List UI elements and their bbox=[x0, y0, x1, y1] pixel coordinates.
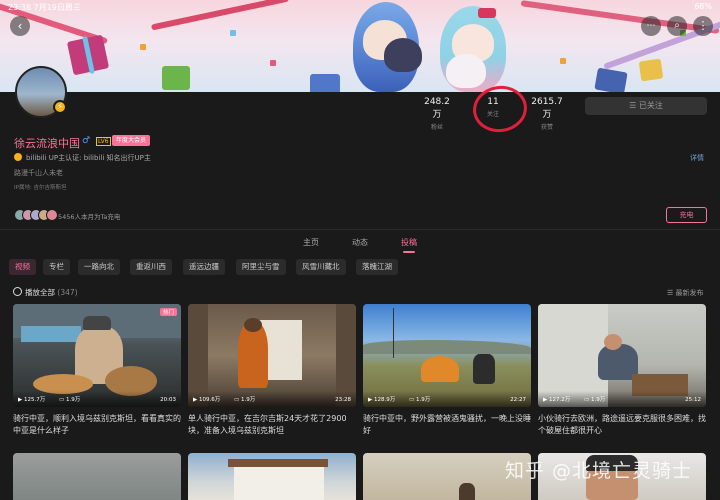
video-meta: ▶ 125.7万 ▭ 1.9万 20:03 bbox=[13, 391, 181, 407]
play-icon bbox=[13, 287, 22, 296]
hot-tag: 热门 bbox=[159, 308, 177, 316]
followed-icon: ☰ bbox=[629, 101, 637, 110]
stat-likes-value: 2615.7万 bbox=[531, 97, 563, 120]
sort-label: 最新发布 bbox=[675, 289, 704, 297]
video-title[interactable]: 小伙骑行去欧洲，路途遥远要克服很多困难，找个破屋住都很开心 bbox=[538, 413, 706, 437]
video-duration: 23:28 bbox=[335, 397, 351, 403]
video-card[interactable]: ▶ 127.2万 ▭ 1.9万 25:12 小伙骑行去欧洲，路途遥远要克服很多困… bbox=[538, 304, 706, 437]
chip-series[interactable]: 阿里尘与雪 bbox=[236, 259, 286, 275]
sort-icon: ☰ bbox=[667, 289, 674, 297]
stat-likes[interactable]: 2615.7万 获赞 bbox=[527, 97, 567, 131]
video-duration: 25:12 bbox=[685, 397, 701, 403]
video-duration: 20:03 bbox=[160, 397, 176, 403]
video-duration: 22:27 bbox=[510, 397, 526, 403]
charge-text: 5456人本月为Ta充电 bbox=[58, 213, 121, 221]
video-card[interactable]: 热门 ▶ 125.7万 ▭ 1.9万 20:03 骑行中亚，顺利入境乌兹别克斯坦… bbox=[13, 304, 181, 437]
status-bar: 23:38 7月19日周三 68% bbox=[0, 0, 720, 14]
video-title[interactable]: 骑行中亚，顺利入境乌兹别克斯坦，看看真实的中亚是什么样子 bbox=[13, 413, 181, 437]
video-thumbnail[interactable] bbox=[13, 453, 181, 500]
danmaku-count: ▭ 1.9万 bbox=[409, 397, 431, 403]
tab-dynamic[interactable]: 动态 bbox=[352, 237, 368, 248]
danmaku-count-value: 1.9万 bbox=[65, 397, 81, 403]
video-thumbnail[interactable]: ▶ 128.9万 ▭ 1.9万 22:27 bbox=[363, 304, 531, 407]
menu-icon[interactable]: ⋮ bbox=[693, 16, 713, 36]
sort-dropdown[interactable]: ☰ 最新发布 bbox=[667, 288, 704, 298]
play-all-button[interactable]: 播放全部 (347) bbox=[13, 287, 78, 298]
chip-series[interactable]: 一路向北 bbox=[78, 259, 120, 275]
verification-info: bilibili UP主认证: bilibili 知名出行UP主 bbox=[14, 153, 151, 163]
video-title[interactable]: 骑行中亚中，野外露营被酒鬼骚扰，一晚上没睡好 bbox=[363, 413, 531, 437]
chip-videos[interactable]: 视频 bbox=[9, 259, 36, 275]
danmaku-count: ▭ 1.9万 bbox=[234, 397, 256, 403]
battery-level: 68% bbox=[694, 2, 712, 11]
stat-fans-value: 248.2万 bbox=[424, 97, 450, 120]
play-all-label: 播放全部 bbox=[25, 288, 55, 297]
video-meta: ▶ 127.2万 ▭ 1.9万 25:12 bbox=[538, 391, 706, 407]
signature: 路漫千山人未老 bbox=[14, 169, 63, 177]
play-count: ▶ 109.6万 bbox=[193, 397, 221, 403]
play-count: ▶ 128.9万 bbox=[368, 397, 396, 403]
supporter-avatar bbox=[46, 209, 58, 221]
username: 徐云流浪中国 bbox=[14, 137, 80, 150]
verification-text: bilibili UP主认证: bilibili 知名出行UP主 bbox=[26, 154, 151, 162]
video-thumbnail[interactable]: 热门 ▶ 125.7万 ▭ 1.9万 20:03 bbox=[13, 304, 181, 407]
play-count-value: 125.7万 bbox=[23, 397, 46, 403]
tab-home[interactable]: 主页 bbox=[303, 237, 319, 248]
play-count-value: 128.9万 bbox=[373, 397, 396, 403]
play-all-count: (347) bbox=[57, 288, 78, 297]
danmaku-count-value: 1.9万 bbox=[415, 397, 431, 403]
follow-button[interactable]: ☰ 已关注 bbox=[585, 97, 707, 115]
more-icon[interactable]: ⋯ bbox=[641, 16, 661, 36]
follow-button-label: 已关注 bbox=[638, 101, 663, 110]
divider bbox=[0, 229, 720, 230]
back-icon[interactable]: ‹ bbox=[10, 16, 30, 36]
video-card[interactable]: ▶ 128.9万 ▭ 1.9万 22:27 骑行中亚中，野外露营被酒鬼骚扰，一晚… bbox=[363, 304, 531, 437]
vip-badge[interactable]: 年度大会员 bbox=[112, 135, 151, 146]
stat-likes-label: 获赞 bbox=[540, 124, 553, 131]
male-icon: ♂ bbox=[82, 136, 91, 146]
video-meta: ▶ 109.6万 ▭ 1.9万 23:28 bbox=[188, 391, 356, 407]
chip-series[interactable]: 遥远边疆 bbox=[183, 259, 225, 275]
ip-location: IP属地: 吉尔吉斯斯坦 bbox=[14, 185, 67, 191]
avatar[interactable]: ⚡ bbox=[15, 66, 67, 118]
video-thumbnail[interactable]: ▶ 127.2万 ▭ 1.9万 25:12 bbox=[538, 304, 706, 407]
stat-fans-label: 粉丝 bbox=[430, 124, 443, 131]
chip-articles[interactable]: 专栏 bbox=[43, 259, 70, 275]
watermark: 知乎 @北境亡灵骑士 bbox=[505, 460, 693, 482]
status-time: 23:38 7月19日周三 bbox=[8, 3, 81, 12]
chip-series[interactable]: 落魄江湖 bbox=[356, 259, 398, 275]
verified-badge-icon: ⚡ bbox=[53, 100, 67, 114]
level-badge: LV6 bbox=[96, 137, 111, 146]
video-card[interactable]: ▶ 109.6万 ▭ 1.9万 23:28 单人骑行中亚，在吉尔吉斯24天才花了… bbox=[188, 304, 356, 437]
danmaku-count: ▭ 1.9万 bbox=[584, 397, 606, 403]
search-icon[interactable]: ⌕ bbox=[667, 16, 687, 36]
verify-icon bbox=[14, 153, 22, 161]
chip-series[interactable]: 风雪川藏北 bbox=[296, 259, 346, 275]
charge-button[interactable]: 充电 bbox=[666, 207, 707, 223]
play-count: ▶ 127.2万 bbox=[543, 397, 571, 403]
video-thumbnail[interactable]: ▶ 109.6万 ▭ 1.9万 23:28 bbox=[188, 304, 356, 407]
video-thumbnail[interactable] bbox=[188, 453, 356, 500]
play-count-value: 109.6万 bbox=[198, 397, 221, 403]
tab-uploads[interactable]: 投稿 bbox=[401, 237, 417, 253]
danmaku-count-value: 1.9万 bbox=[590, 397, 606, 403]
detail-link[interactable]: 详情 bbox=[690, 153, 704, 163]
play-count-value: 127.2万 bbox=[548, 397, 571, 403]
danmaku-count: ▭ 1.9万 bbox=[59, 397, 81, 403]
video-title[interactable]: 单人骑行中亚，在吉尔吉斯24天才花了2900块，准备入境乌兹别克斯坦 bbox=[188, 413, 356, 437]
chip-series[interactable]: 重返川西 bbox=[130, 259, 172, 275]
danmaku-count-value: 1.9万 bbox=[240, 397, 256, 403]
play-count: ▶ 125.7万 bbox=[18, 397, 46, 403]
stat-fans[interactable]: 248.2万 粉丝 bbox=[420, 97, 454, 131]
video-meta: ▶ 128.9万 ▭ 1.9万 22:27 bbox=[363, 391, 531, 407]
